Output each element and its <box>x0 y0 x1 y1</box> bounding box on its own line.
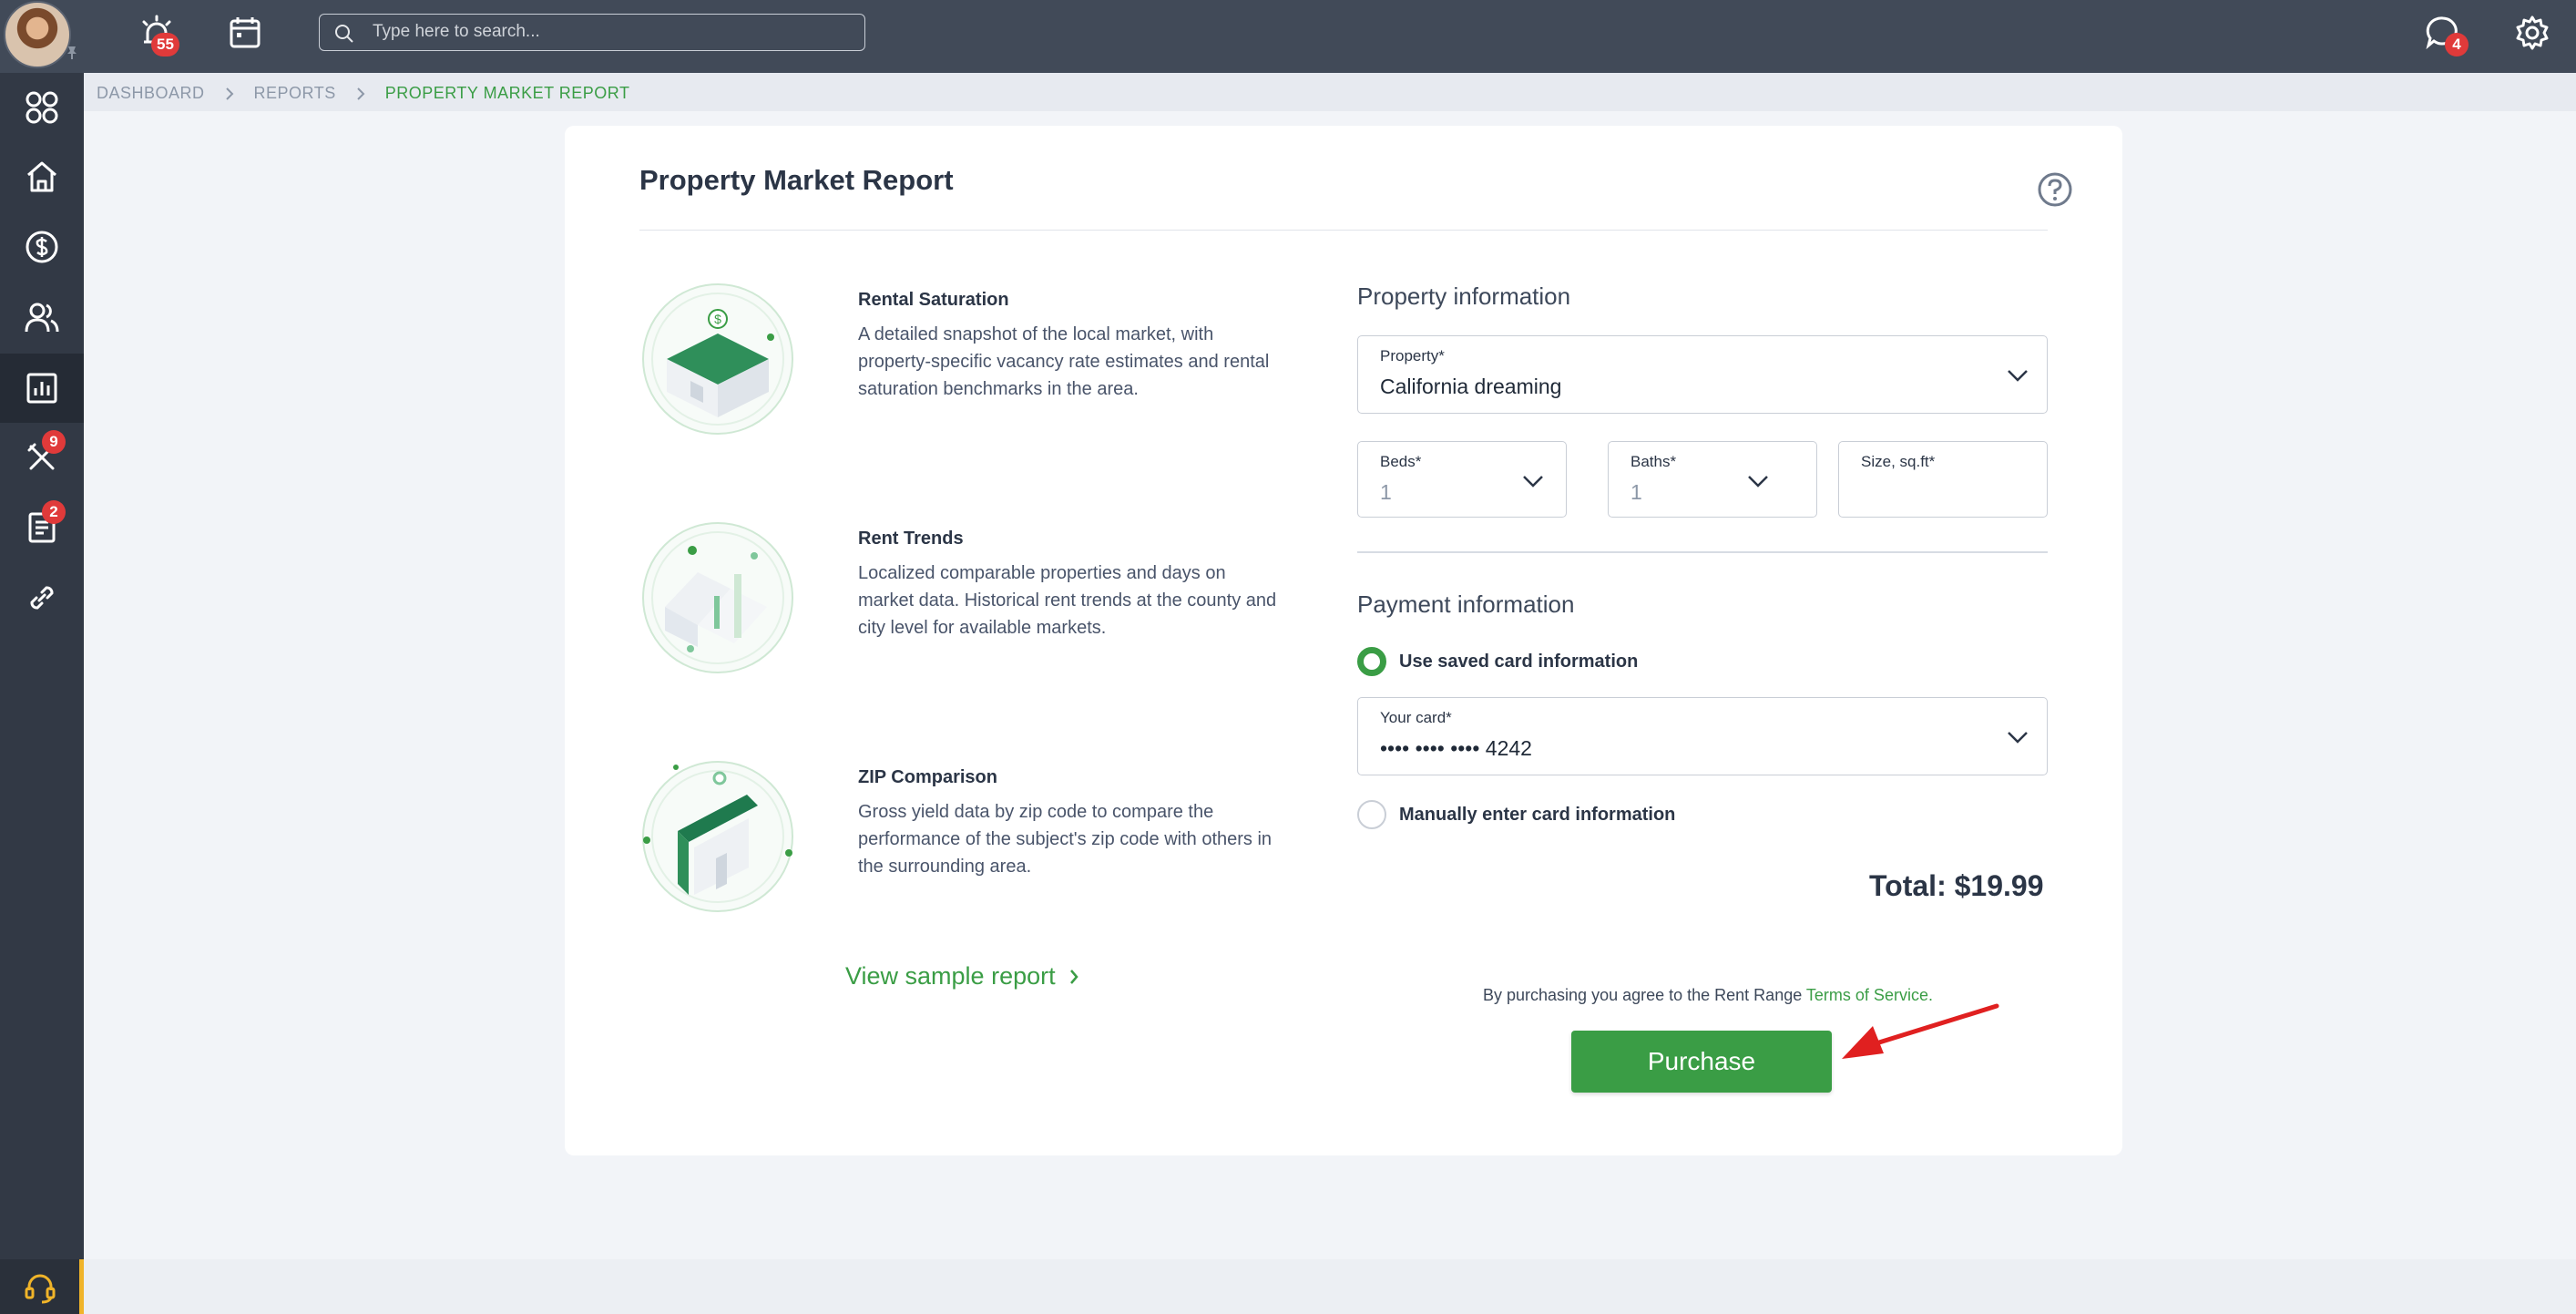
sidebar-item-finances[interactable] <box>0 212 84 282</box>
breadcrumb-reports[interactable]: REPORTS <box>254 84 336 103</box>
top-bar: 55 4 <box>0 0 2576 73</box>
messages-badge: 4 <box>2445 33 2469 56</box>
rent-trends-illustration <box>642 522 793 673</box>
sidebar-item-links[interactable] <box>0 563 84 632</box>
notifications-button[interactable]: 55 <box>137 13 179 56</box>
chevron-down-icon <box>2008 370 2028 382</box>
headset-icon <box>25 1274 55 1304</box>
home-icon <box>27 161 56 192</box>
use-saved-card-option[interactable]: Use saved card information <box>1357 647 1638 676</box>
sidebar: 9 2 <box>0 73 84 1314</box>
size-label: Size, sq.ft* <box>1861 453 1936 470</box>
chevron-right-icon <box>357 87 365 100</box>
order-total: Total: $19.99 <box>1869 869 2044 902</box>
gear-icon <box>2516 15 2549 50</box>
property-section-title: Property information <box>1357 282 1571 310</box>
property-value: California dreaming <box>1380 375 1562 398</box>
card-select[interactable]: Your card* •••• •••• •••• 4242 <box>1357 697 2048 775</box>
people-icon <box>25 303 59 333</box>
baths-label: Baths* <box>1630 453 1677 470</box>
reports-chart-icon <box>26 373 57 404</box>
chevron-right-icon <box>225 87 233 100</box>
baths-select[interactable]: Baths* 1 <box>1608 441 1817 518</box>
terms-text: By purchasing you agree to the Rent Rang… <box>1483 986 1803 1004</box>
sidebar-item-reports[interactable] <box>0 354 84 423</box>
breadcrumb-dashboard[interactable]: DASHBOARD <box>97 84 205 103</box>
messages-button[interactable]: 4 <box>2423 13 2469 56</box>
sidebar-item-documents[interactable]: 2 <box>0 493 84 562</box>
feature-rental-saturation: $ Rental Saturation A detailed snapshot … <box>639 281 1277 445</box>
annotation-arrow-icon <box>1842 1003 1999 1059</box>
feature-description: A detailed snapshot of the local market,… <box>858 324 1270 399</box>
breadcrumb: DASHBOARD REPORTS PROPERTY MARKET REPORT <box>97 84 629 103</box>
dollar-icon <box>26 231 58 263</box>
sidebar-item-dashboard[interactable] <box>0 73 84 142</box>
feature-zip-comparison: ZIP Comparison Gross yield data by zip c… <box>639 758 1277 922</box>
feature-title: ZIP Comparison <box>858 767 997 787</box>
footer <box>84 1259 2576 1314</box>
feature-rent-trends: Rent Trends Localized comparable propert… <box>639 519 1277 683</box>
rental-saturation-illustration: $ <box>642 283 793 435</box>
zip-comparison-illustration <box>642 761 793 912</box>
beds-label: Beds* <box>1380 453 1422 470</box>
purchase-button[interactable]: Purchase <box>1571 1031 1832 1093</box>
sample-link-label: View sample report <box>845 962 1056 990</box>
property-label: Property* <box>1380 347 1445 364</box>
sidebar-item-maintenance[interactable]: 9 <box>0 423 84 492</box>
breadcrumb-current: PROPERTY MARKET REPORT <box>384 84 630 102</box>
search-icon <box>335 25 353 43</box>
radio-selected[interactable] <box>1357 647 1386 676</box>
feature-title: Rental Saturation <box>858 290 1009 310</box>
baths-value: 1 <box>1630 480 1642 504</box>
payment-section-title: Payment information <box>1357 590 1575 618</box>
manual-card-option[interactable]: Manually enter card information <box>1357 800 1675 829</box>
form-divider <box>1357 551 2048 553</box>
feature-title: Rent Trends <box>858 529 964 549</box>
size-input[interactable]: Size, sq.ft* <box>1838 441 2048 518</box>
apps-grid-icon <box>26 91 58 124</box>
card-value: •••• •••• •••• 4242 <box>1380 736 1532 760</box>
page-title: Property Market Report <box>639 164 954 196</box>
calendar-button[interactable] <box>226 13 266 53</box>
beds-select[interactable]: Beds* 1 <box>1357 441 1567 518</box>
view-sample-report-link[interactable]: View sample report <box>845 962 1079 991</box>
chevron-right-icon <box>1069 969 1078 984</box>
chevron-down-icon <box>1523 476 1543 488</box>
manual-card-label: Manually enter card information <box>1399 804 1676 825</box>
support-button[interactable] <box>0 1259 84 1314</box>
radio-unselected[interactable] <box>1357 800 1386 829</box>
feature-description: Localized comparable properties and days… <box>858 563 1277 638</box>
pin-icon <box>67 46 77 59</box>
sidebar-item-people[interactable] <box>0 282 84 352</box>
search-box[interactable] <box>319 14 865 51</box>
beds-value: 1 <box>1380 480 1392 504</box>
feature-description: Gross yield data by zip code to compare … <box>858 802 1273 877</box>
property-select[interactable]: Property* California dreaming <box>1357 335 2048 414</box>
search-input[interactable] <box>373 18 846 46</box>
use-saved-card-label: Use saved card information <box>1399 651 1639 672</box>
svg-text:$: $ <box>714 312 721 326</box>
maintenance-badge: 9 <box>42 430 66 454</box>
documents-badge: 2 <box>42 500 66 524</box>
link-icon <box>30 586 54 610</box>
card-label: Your card* <box>1380 709 1452 726</box>
title-divider <box>639 230 2048 231</box>
notifications-badge: 55 <box>151 33 179 56</box>
user-avatar[interactable] <box>4 1 71 68</box>
settings-button[interactable] <box>2512 13 2552 53</box>
sidebar-item-properties[interactable] <box>0 142 84 211</box>
help-icon[interactable] <box>2037 171 2073 208</box>
calendar-icon <box>230 17 261 48</box>
chevron-down-icon <box>1748 476 1768 488</box>
breadcrumb-bar: DASHBOARD REPORTS PROPERTY MARKET REPORT <box>84 73 2576 111</box>
chevron-down-icon <box>2008 732 2028 744</box>
